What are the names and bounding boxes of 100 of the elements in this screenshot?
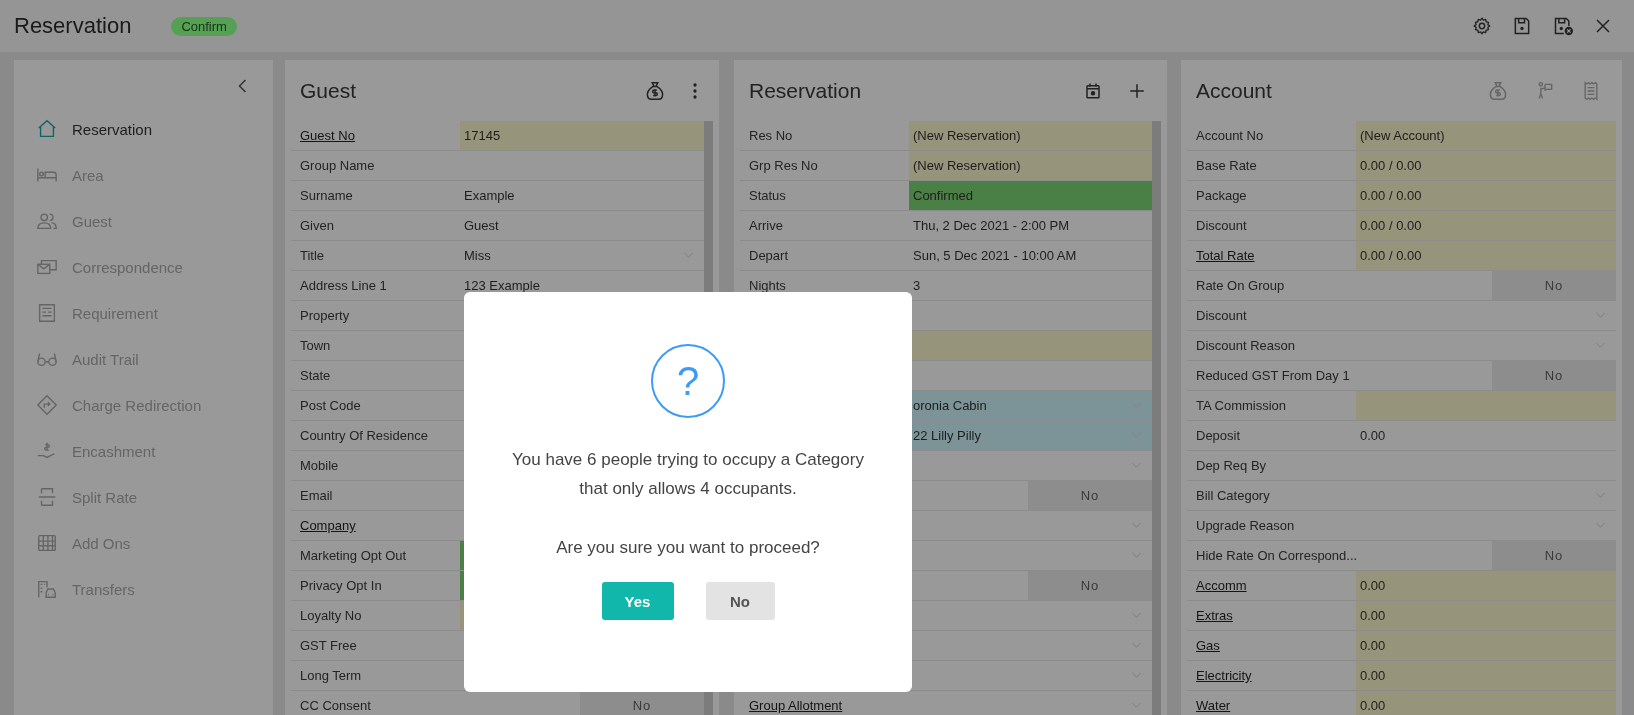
field-value: 0.00 / 0.00 [1356,241,1616,270]
field-label: Arrive [749,218,783,233]
field-label: Nights [749,278,786,293]
field-label: Property [300,308,350,323]
field-label: Account No [1196,128,1264,143]
field-label: Privacy Opt In [300,578,382,593]
select-field[interactable]: Miss [460,241,704,270]
field-label: Title [300,248,325,263]
field-label: Status [749,188,786,203]
field-label: Country Of Residence [300,428,428,443]
dialog-message: You have 6 people trying to occupy a Category that only allows 4 occupants. [511,449,865,500]
field-link[interactable]: Company [300,518,356,533]
field-label: Given [300,218,334,233]
field-label: TA Commission [1196,398,1287,413]
toggle-switch[interactable]: No [580,691,704,715]
field-value: Guest [463,217,500,235]
page-title: Reservation [14,13,132,39]
field-label: Mobile [300,458,339,473]
panel-title: Account [1196,78,1272,103]
field-link[interactable]: Extras [1196,608,1233,623]
field-label: Group Name [300,158,375,173]
toggle-switch[interactable]: No [1492,361,1616,390]
toggle-switch[interactable]: No [1028,571,1152,600]
field-label: Post Code [300,398,361,413]
home-icon [36,118,58,140]
people-icon [36,210,58,232]
field-value: Thu, 2 Dec 2021 - 2:00 PM [912,217,1071,235]
panel-title: Reservation [749,78,862,103]
field-link[interactable]: Accomm [1196,578,1247,593]
building-car-icon [36,578,58,600]
field-label: Loyalty No [300,608,362,623]
toggle-switch[interactable]: No [1028,481,1152,510]
question-icon: ? [651,344,725,418]
field-value: 0.00 [1356,631,1616,660]
close-icon[interactable] [1594,17,1612,35]
field-value: 0.00 [1359,427,1387,445]
field-value: 0.00 [1356,571,1616,600]
field-label: Town [300,338,331,353]
list-icon [36,302,58,324]
field-label: Address Line 1 [300,278,387,293]
select-field[interactable]: 22 Lilly Pilly [909,421,1152,450]
split-icon [36,486,58,508]
field-label: Marketing Opt Out [300,548,407,563]
grid-icon [36,532,58,554]
field-value: Example [463,187,516,205]
field-value: 3 [912,277,922,295]
field-link[interactable]: Guest No [300,128,355,143]
diamond-arrow-icon [36,394,58,416]
field-value: (New Account) [1356,121,1616,150]
field-link[interactable]: Group Allotment [749,698,843,713]
field-label: Discount [1196,308,1247,323]
toggle-switch[interactable]: No [1492,271,1616,300]
field-label: Deposit [1196,428,1241,443]
field-label: Res No [749,128,793,143]
field-label: GST Free [300,638,357,653]
field-value: 123 Example [463,277,541,295]
chevron-left-icon[interactable] [238,78,247,94]
field-value: (New Reservation) [909,151,1152,180]
field-label: CC Consent [300,698,371,713]
field-link[interactable]: Electricity [1196,668,1252,683]
field-label: Grp Res No [749,158,818,173]
select-field[interactable]: oronia Cabin [909,391,1152,420]
money-bag-icon[interactable] [644,79,666,102]
dialog-question: Are you sure you want to proceed? [556,538,820,558]
panel-title: Guest [300,78,357,103]
no-button[interactable]: No [705,582,775,620]
field-value: 0.00 [1356,691,1616,715]
field-value: 0.00 [1356,661,1616,690]
field-label: Dep Req By [1196,458,1267,473]
save-close-icon[interactable] [1552,16,1574,36]
field-value: 0.00 [1356,601,1616,630]
settings-icon[interactable] [1472,16,1492,36]
scrollbar[interactable] [1152,121,1161,715]
field-label: Discount [1196,218,1247,233]
field-label: Email [300,488,333,503]
field-value: 0.00 / 0.00 [1356,211,1616,240]
field-value: 17145 [460,121,704,150]
field-label: Depart [749,248,789,263]
field-value: Confirmed [909,181,1152,210]
field-value: 0.00 / 0.00 [1356,151,1616,180]
field-value: (New Reservation) [909,121,1152,150]
toggle-switch[interactable]: No [1492,541,1616,570]
plus-icon[interactable] [1128,81,1146,100]
field-link[interactable]: Water [1196,698,1231,713]
field-label: Long Term [300,668,362,683]
field-label: Hide Rate On Correspond... [1196,548,1358,563]
field-link[interactable]: Total Rate [1196,248,1255,263]
field-label: Reduced GST From Day 1 [1196,368,1350,383]
field-label: Bill Category [1196,488,1270,503]
sidebar-item[interactable]: Reservation [14,106,273,152]
field-value: Sun, 5 Dec 2021 - 10:00 AM [912,247,1078,265]
field-label: State [300,368,331,383]
field-label: Upgrade Reason [1196,518,1295,533]
yes-button[interactable]: Yes [601,582,674,620]
status-badge: Confirm [171,16,237,36]
field-label: Rate On Group [1196,278,1285,293]
field-link[interactable]: Gas [1196,638,1220,653]
save-icon[interactable] [1512,16,1532,36]
calendar-icon[interactable] [1084,81,1102,100]
field-label: Base Rate [1196,158,1257,173]
